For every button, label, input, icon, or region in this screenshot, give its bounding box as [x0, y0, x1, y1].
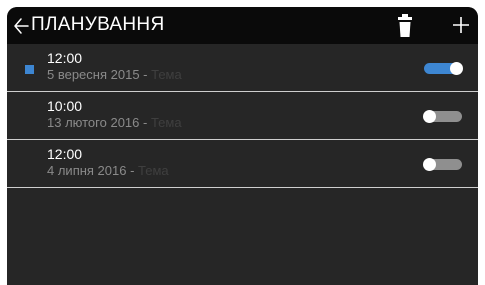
toggle-knob: [450, 62, 463, 75]
schedule-details: 4 липня 2016 - Тема: [47, 163, 169, 179]
schedule-date: 13 лютого 2016: [47, 115, 140, 130]
schedule-row[interactable]: 10:00 13 лютого 2016 - Тема: [7, 92, 478, 140]
header-bar: ПЛАНУВАННЯ: [7, 7, 478, 44]
schedule-row[interactable]: 12:00 5 вересня 2015 - Тема: [7, 44, 478, 92]
schedule-time: 12:00: [47, 146, 83, 162]
schedule-separator: -: [139, 67, 152, 82]
page-title: ПЛАНУВАННЯ: [31, 14, 165, 35]
back-button[interactable]: [13, 15, 29, 37]
schedule-date: 5 вересня 2015: [47, 67, 140, 82]
schedule-topic: Тема: [151, 67, 182, 82]
selection-indicator: [25, 65, 34, 74]
toggle-knob: [423, 110, 436, 123]
schedule-time: 12:00: [47, 50, 83, 66]
schedule-time: 10:00: [47, 98, 83, 114]
schedule-details: 5 вересня 2015 - Тема: [47, 67, 182, 83]
schedule-topic: Тема: [138, 163, 169, 178]
plus-icon: [453, 17, 469, 33]
scheduling-screen: ПЛАНУВАННЯ 12:00 5 вересня 2015 - Тема 10:…: [7, 7, 478, 285]
row-divider: [7, 187, 478, 188]
schedule-separator: -: [139, 115, 151, 130]
add-schedule-button[interactable]: [451, 15, 471, 35]
schedule-date: 4 липня 2016: [47, 163, 127, 178]
schedule-topic: Тема: [150, 115, 182, 130]
schedule-toggle[interactable]: [424, 62, 463, 75]
toggle-knob: [423, 158, 436, 171]
schedule-details: 13 лютого 2016 - Тема: [47, 115, 182, 131]
schedule-separator: -: [126, 163, 139, 178]
schedule-row[interactable]: 12:00 4 липня 2016 - Тема: [7, 140, 478, 188]
trash-icon: [398, 14, 412, 37]
arrow-left-icon: [14, 18, 29, 34]
schedule-toggle[interactable]: [423, 110, 462, 123]
delete-button[interactable]: [397, 12, 413, 38]
schedule-toggle[interactable]: [423, 158, 462, 171]
